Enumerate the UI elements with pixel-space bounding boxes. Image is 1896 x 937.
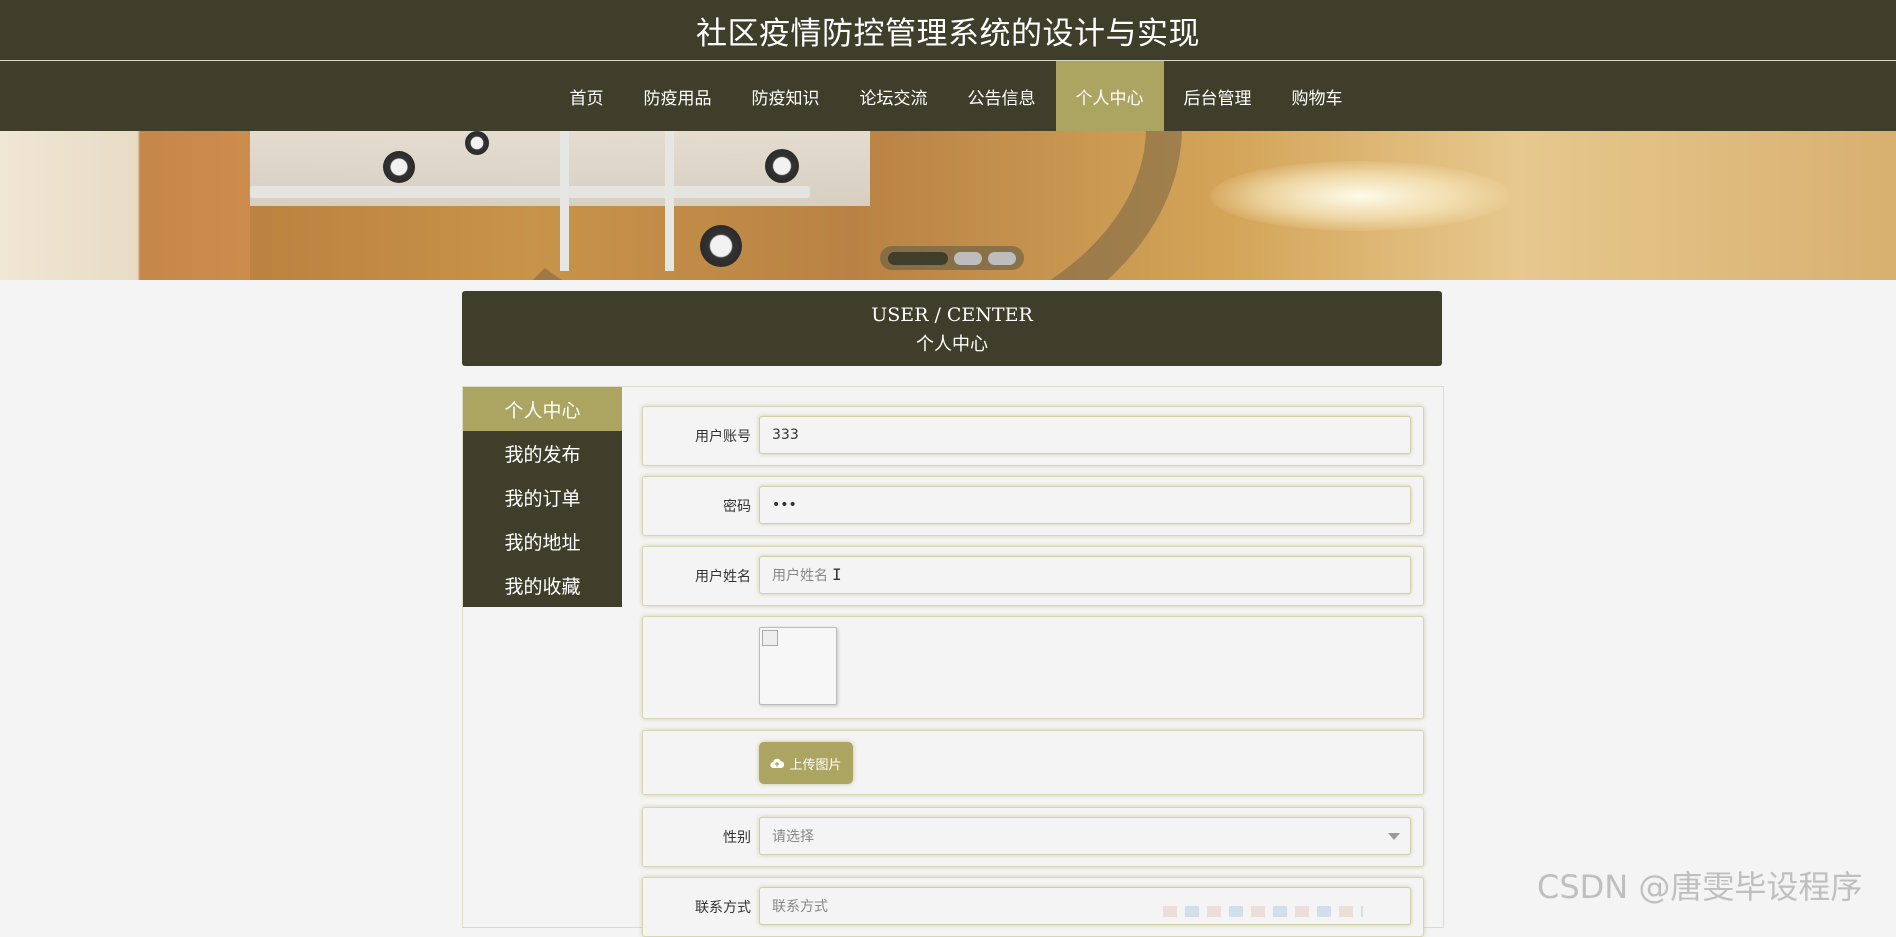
- upload-button-label: 上传图片: [789, 757, 842, 773]
- name-label: 用户姓名: [695, 569, 751, 585]
- sidebar-item-addresses[interactable]: 我的地址: [463, 519, 622, 563]
- gender-selected-value: 请选择: [772, 829, 814, 845]
- banner-bed-rail: [250, 186, 810, 198]
- site-header: 社区疫情防控管理系统的设计与实现: [0, 0, 1896, 61]
- broken-image-icon: [762, 630, 778, 646]
- account-label: 用户账号: [695, 429, 751, 445]
- sidebar-item-orders[interactable]: 我的订单: [463, 475, 622, 519]
- banner-bed-leg: [560, 131, 569, 271]
- user-center-title-en: USER / CENTER: [871, 304, 1033, 326]
- avatar-preview: [759, 627, 837, 705]
- site-title: 社区疫情防控管理系统的设计与实现: [696, 15, 1200, 52]
- nav-item-forum[interactable]: 论坛交流: [840, 61, 948, 131]
- upload-image-button[interactable]: 上传图片: [759, 742, 853, 784]
- form-row-avatar: [642, 616, 1424, 719]
- form-row-password: 密码 •••: [642, 476, 1424, 536]
- banner-wheel: [383, 151, 415, 183]
- name-input[interactable]: 用户姓名 I: [759, 556, 1411, 594]
- sidebar-item-posts[interactable]: 我的发布: [463, 431, 622, 475]
- gender-select[interactable]: 请选择: [759, 817, 1411, 855]
- carousel-dot[interactable]: [954, 252, 982, 265]
- cloud-upload-icon: [770, 758, 785, 769]
- nav-item-user-center[interactable]: 个人中心: [1055, 61, 1164, 131]
- watermark: CSDN @唐雯毕设程序: [1537, 868, 1863, 906]
- text-cursor-icon: I: [832, 565, 842, 584]
- account-input[interactable]: 333: [759, 416, 1411, 454]
- form-row-upload: 上传图片: [642, 730, 1424, 795]
- user-center-header: USER / CENTER 个人中心: [462, 291, 1442, 366]
- banner-wheel: [700, 225, 742, 267]
- form-row-name: 用户姓名 用户姓名 I: [642, 546, 1424, 606]
- name-input-placeholder: 用户姓名: [772, 568, 828, 584]
- password-input[interactable]: •••: [759, 486, 1411, 524]
- user-center-title-cn: 个人中心: [916, 334, 988, 355]
- user-center-panel: 个人中心 我的发布 我的订单 我的地址 我的收藏 用户账号 333 密码 •••…: [462, 386, 1444, 937]
- banner-wheel: [465, 131, 489, 155]
- main-nav: 首页 防疫用品 防疫知识 论坛交流 公告信息 个人中心 后台管理 购物车: [0, 61, 1896, 131]
- carousel-dot[interactable]: [988, 252, 1016, 265]
- nav-item-home[interactable]: 首页: [550, 61, 624, 131]
- nav-item-admin[interactable]: 后台管理: [1164, 61, 1272, 131]
- phone-input-placeholder: 联系方式: [772, 899, 828, 915]
- carousel-indicators: [880, 246, 1024, 270]
- banner-cabinet: [0, 131, 250, 280]
- carousel-dot[interactable]: [888, 252, 948, 265]
- sidebar-item-profile[interactable]: 个人中心: [463, 387, 622, 431]
- chevron-down-icon: [1388, 833, 1400, 840]
- password-label: 密码: [723, 499, 751, 515]
- banner-bed-leg: [665, 131, 674, 271]
- nav-item-notices[interactable]: 公告信息: [948, 61, 1056, 131]
- nav-item-supplies[interactable]: 防疫用品: [624, 61, 732, 131]
- banner-wheel: [765, 149, 799, 183]
- phone-label: 联系方式: [695, 900, 751, 916]
- gender-label: 性别: [723, 830, 751, 846]
- nav-item-cart[interactable]: 购物车: [1272, 61, 1363, 131]
- form-row-gender: 性别 请选择: [642, 807, 1424, 867]
- form-row-account: 用户账号 333: [642, 406, 1424, 466]
- banner-light: [1210, 161, 1510, 231]
- nav-item-knowledge[interactable]: 防疫知识: [732, 61, 840, 131]
- overlay-toolbar: [1163, 906, 1363, 917]
- sidebar-item-favorites[interactable]: 我的收藏: [463, 563, 622, 607]
- user-sidebar: 个人中心 我的发布 我的订单 我的地址 我的收藏: [463, 387, 622, 607]
